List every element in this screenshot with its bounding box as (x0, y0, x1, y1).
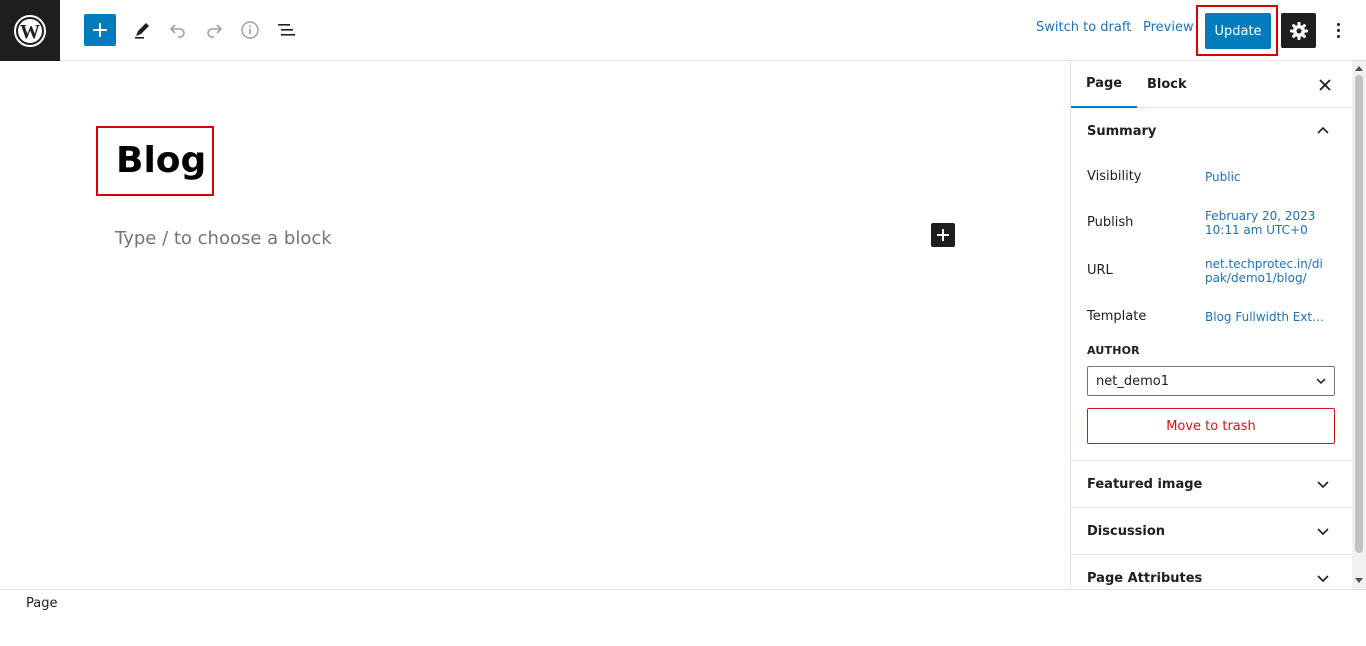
plus-icon (937, 229, 949, 241)
redo-icon (207, 24, 223, 38)
scroll-down-arrow[interactable] (1355, 578, 1363, 583)
details-button[interactable] (234, 14, 266, 46)
publish-date-value[interactable]: February 20, 2023 10:11 am UTC+0 (1205, 209, 1315, 237)
sidebar-scrollbar[interactable] (1352, 61, 1366, 589)
editor-toolbar: W Switch to draft Preview Update (0, 0, 1366, 61)
scrollbar-thumb[interactable] (1355, 75, 1363, 553)
undo-button[interactable] (162, 14, 194, 46)
inline-add-block-button[interactable] (931, 223, 955, 247)
publish-time-line: 10:11 am UTC+0 (1205, 223, 1308, 237)
publish-date-line: February 20, 2023 (1205, 209, 1316, 223)
template-label: Template (1087, 309, 1147, 324)
chevron-down-icon (1317, 528, 1329, 536)
close-icon (1319, 79, 1331, 91)
plus-icon (93, 23, 107, 37)
url-line-2: pak/demo1/blog/ (1205, 271, 1307, 285)
chevron-down-icon (1317, 575, 1329, 583)
publish-label: Publish (1087, 215, 1134, 230)
author-value: net_demo1 (1096, 373, 1169, 389)
summary-panel-toggle[interactable]: Summary (1071, 108, 1352, 155)
add-block-button[interactable] (84, 14, 116, 46)
move-to-trash-button[interactable]: Move to trash (1087, 408, 1335, 444)
redo-button[interactable] (198, 14, 230, 46)
author-select[interactable]: net_demo1 (1087, 366, 1335, 396)
featured-image-heading: Featured image (1087, 477, 1203, 492)
list-view-icon (278, 24, 295, 36)
gear-icon (1289, 21, 1308, 40)
update-button[interactable]: Update (1205, 13, 1271, 49)
switch-to-draft-button[interactable]: Switch to draft (1036, 20, 1131, 35)
page-attributes-heading: Page Attributes (1087, 571, 1203, 586)
settings-sidebar: Page Block Summary Visibility Public Pub… (1070, 61, 1352, 589)
discussion-panel-toggle[interactable]: Discussion (1071, 508, 1352, 555)
tab-block[interactable]: Block (1147, 61, 1187, 108)
summary-heading: Summary (1087, 124, 1157, 139)
update-highlight-box: Update (1196, 5, 1278, 56)
svg-text:W: W (20, 21, 40, 43)
url-label: URL (1087, 263, 1113, 278)
info-icon (241, 21, 259, 39)
close-sidebar-button[interactable] (1313, 73, 1337, 97)
pencil-icon (135, 23, 149, 39)
wordpress-icon: W (14, 14, 46, 47)
list-view-button[interactable] (270, 14, 302, 46)
featured-image-panel-toggle[interactable]: Featured image (1071, 461, 1352, 508)
chevron-down-icon (1316, 378, 1326, 385)
undo-icon (169, 24, 185, 38)
visibility-label: Visibility (1087, 169, 1142, 184)
discussion-heading: Discussion (1087, 524, 1166, 539)
chevron-up-icon (1317, 126, 1329, 134)
editor-canvas: Blog Type / to choose a block (0, 61, 1070, 589)
breadcrumb[interactable]: Page (26, 596, 57, 611)
settings-button[interactable] (1281, 13, 1316, 48)
tools-button[interactable] (126, 14, 158, 46)
sidebar-tabs: Page Block (1071, 61, 1352, 108)
block-placeholder[interactable]: Type / to choose a block (115, 228, 332, 249)
editor-footer: Page (0, 589, 1366, 646)
tab-page[interactable]: Page (1071, 61, 1138, 108)
author-label: AUTHOR (1087, 344, 1140, 357)
vertical-ellipsis-icon (1336, 22, 1340, 26)
visibility-value[interactable]: Public (1205, 170, 1241, 184)
preview-button[interactable]: Preview (1143, 20, 1194, 35)
options-button[interactable] (1326, 14, 1350, 46)
chevron-down-icon (1317, 481, 1329, 489)
page-title[interactable]: Blog (116, 140, 206, 181)
wordpress-logo-button[interactable]: W (0, 0, 60, 61)
url-value[interactable]: net.techprotec.in/di pak/demo1/blog/ (1205, 257, 1323, 285)
template-value[interactable]: Blog Fullwidth Ext… (1205, 310, 1324, 324)
url-line-1: net.techprotec.in/di (1205, 257, 1323, 271)
scroll-up-arrow[interactable] (1355, 66, 1363, 71)
page-attributes-panel-toggle[interactable]: Page Attributes (1071, 555, 1352, 589)
title-highlight-box: Blog (96, 126, 214, 196)
